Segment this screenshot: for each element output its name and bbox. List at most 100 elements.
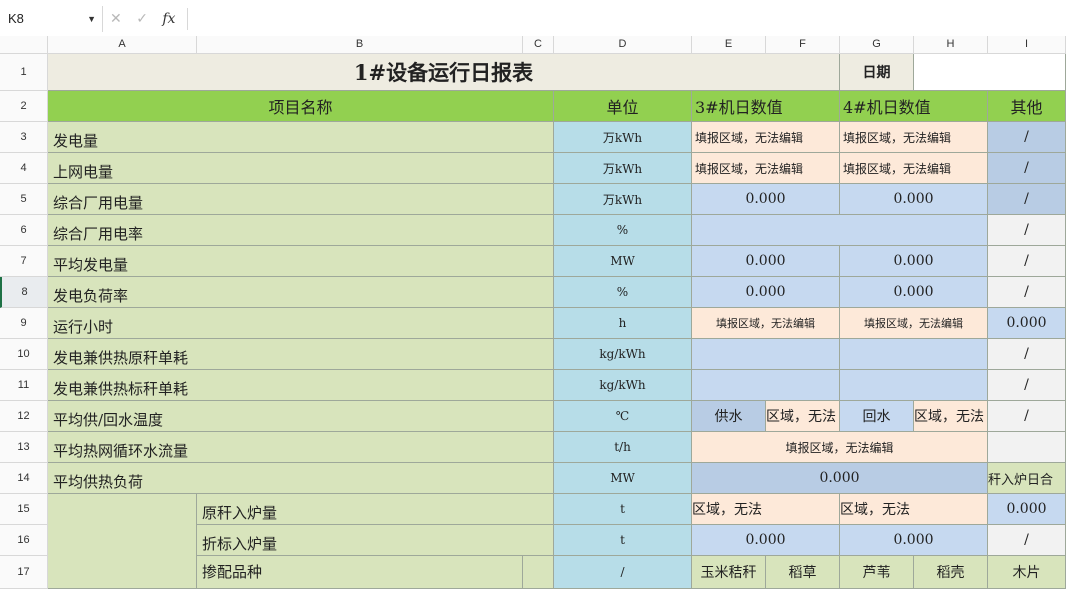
row-header-5[interactable]: 5	[0, 184, 48, 215]
row-header-7[interactable]: 7	[0, 246, 48, 277]
other-cell[interactable]: /	[988, 215, 1066, 246]
row-header-3[interactable]: 3	[0, 122, 48, 153]
unit-cell[interactable]: 万kWh	[554, 184, 692, 215]
header-other[interactable]: 其他	[988, 91, 1066, 122]
column-header-b[interactable]: B	[197, 36, 523, 54]
row-header-2[interactable]: 2	[0, 91, 48, 122]
species-cell[interactable]: 稻壳	[914, 556, 988, 589]
other-cell[interactable]: /	[988, 277, 1066, 308]
label-cell[interactable]: 发电兼供热标秆单耗	[48, 370, 554, 401]
species-cell[interactable]: 稻草	[766, 556, 840, 589]
unit-cell[interactable]: h	[554, 308, 692, 339]
column-header-e[interactable]: E	[692, 36, 766, 54]
value-cell[interactable]: 0.000	[840, 525, 988, 556]
row-header-16[interactable]: 16	[0, 525, 48, 556]
other-cell[interactable]: 秆入炉日合	[988, 463, 1066, 494]
cancel-icon[interactable]: ✕	[110, 11, 122, 27]
row-header-13[interactable]: 13	[0, 432, 48, 463]
header-unit3[interactable]: 3#机日数值	[692, 91, 840, 122]
other-cell[interactable]: /	[988, 122, 1066, 153]
other-cell[interactable]: /	[988, 184, 1066, 215]
label-cell[interactable]: 折标入炉量	[197, 525, 554, 556]
unit-cell[interactable]: kg/kWh	[554, 370, 692, 401]
column-header-c[interactable]: C	[523, 36, 554, 54]
value-cell[interactable]	[840, 370, 988, 401]
row-header-17[interactable]: 17	[0, 556, 48, 589]
column-header-g[interactable]: G	[840, 36, 914, 54]
species-cell[interactable]: 木片	[988, 556, 1066, 589]
other-cell[interactable]: /	[988, 246, 1066, 277]
label-cell[interactable]: 运行小时	[48, 308, 554, 339]
row-header-12[interactable]: 12	[0, 401, 48, 432]
other-cell[interactable]: /	[988, 370, 1066, 401]
label-cell[interactable]: 上网电量	[48, 153, 554, 184]
row-header-8[interactable]: 8	[0, 277, 48, 308]
label-cell[interactable]: 平均热网循环水流量	[48, 432, 554, 463]
supply-label-cell[interactable]: 供水	[692, 401, 766, 432]
row-header-14[interactable]: 14	[0, 463, 48, 494]
header-item-name[interactable]: 项目名称	[48, 91, 554, 122]
locked-cell[interactable]: 填报区域，无法编辑	[692, 308, 840, 339]
other-cell[interactable]: /	[988, 153, 1066, 184]
date-value-cell[interactable]	[914, 54, 1066, 91]
other-cell[interactable]: /	[988, 525, 1066, 556]
unit-cell[interactable]: 万kWh	[554, 153, 692, 184]
locked-cell[interactable]: 填报区域，无法编辑	[840, 122, 988, 153]
species-cell[interactable]: 玉米秸秆	[692, 556, 766, 589]
value-cell[interactable]	[692, 370, 840, 401]
chevron-down-icon[interactable]: ▼	[87, 6, 96, 32]
column-header-h[interactable]: H	[914, 36, 988, 54]
group-label-cell[interactable]	[48, 494, 197, 589]
value-cell[interactable]	[692, 339, 840, 370]
empty-cell[interactable]	[523, 556, 554, 589]
other-cell[interactable]	[988, 432, 1066, 463]
row-header-9[interactable]: 9	[0, 308, 48, 339]
unit-cell[interactable]: ℃	[554, 401, 692, 432]
locked-cell[interactable]: 区域，无法	[840, 494, 988, 525]
species-cell[interactable]: 芦苇	[840, 556, 914, 589]
other-cell[interactable]: 0.000	[988, 308, 1066, 339]
enter-icon[interactable]: ✓	[136, 11, 148, 27]
value-cell[interactable]: 0.000	[692, 246, 840, 277]
locked-cell[interactable]: 填报区域，无法编辑	[692, 122, 840, 153]
unit-cell[interactable]: MW	[554, 463, 692, 494]
label-cell[interactable]: 掺配品种	[197, 556, 523, 589]
row-header-4[interactable]: 4	[0, 153, 48, 184]
value-cell[interactable]: 0.000	[840, 277, 988, 308]
locked-cell[interactable]: 填报区域，无法编辑	[840, 308, 988, 339]
label-cell[interactable]: 综合厂用电率	[48, 215, 554, 246]
value-cell[interactable]	[840, 339, 988, 370]
value-cell[interactable]	[692, 215, 988, 246]
row-header-11[interactable]: 11	[0, 370, 48, 401]
value-cell[interactable]: 0.000	[840, 184, 988, 215]
unit-cell[interactable]: MW	[554, 246, 692, 277]
report-title[interactable]: 1#设备运行日报表	[48, 54, 840, 91]
unit-cell[interactable]: /	[554, 556, 692, 589]
other-cell[interactable]: /	[988, 339, 1066, 370]
value-cell[interactable]: 0.000	[692, 277, 840, 308]
header-unit4[interactable]: 4#机日数值	[840, 91, 988, 122]
column-header-a[interactable]: A	[48, 36, 197, 54]
value-cell[interactable]: 0.000	[692, 463, 988, 494]
name-box[interactable]: K8 ▼	[0, 6, 103, 32]
label-cell[interactable]: 平均供/回水温度	[48, 401, 554, 432]
value-cell[interactable]: 0.000	[692, 184, 840, 215]
label-cell[interactable]: 发电量	[48, 122, 554, 153]
return-label-cell[interactable]: 回水	[840, 401, 914, 432]
date-label[interactable]: 日期	[840, 54, 914, 91]
unit-cell[interactable]: kg/kWh	[554, 339, 692, 370]
locked-cell[interactable]: 区域，无法	[692, 494, 840, 525]
unit-cell[interactable]: t/h	[554, 432, 692, 463]
fx-icon[interactable]: fx	[162, 11, 175, 27]
label-cell[interactable]: 平均发电量	[48, 246, 554, 277]
label-cell[interactable]: 平均供热负荷	[48, 463, 554, 494]
other-cell[interactable]: /	[988, 401, 1066, 432]
value-cell[interactable]: 0.000	[692, 525, 840, 556]
label-cell[interactable]: 综合厂用电量	[48, 184, 554, 215]
locked-cell[interactable]: 区域，无法	[766, 401, 840, 432]
other-cell[interactable]: 0.000	[988, 494, 1066, 525]
value-cell[interactable]: 0.000	[840, 246, 988, 277]
label-cell[interactable]: 原秆入炉量	[197, 494, 554, 525]
label-cell[interactable]: 发电兼供热原秆单耗	[48, 339, 554, 370]
locked-cell[interactable]: 区域，无法	[914, 401, 988, 432]
